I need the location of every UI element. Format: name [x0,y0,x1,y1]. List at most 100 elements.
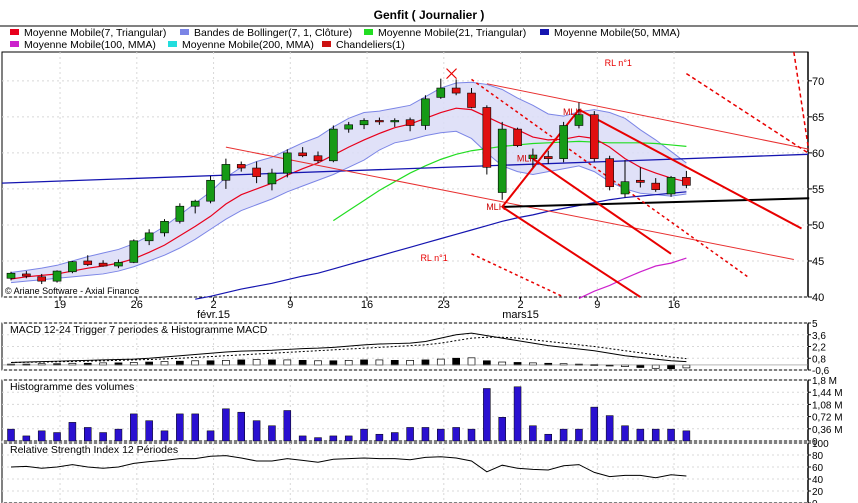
chart-title: Genfit ( Journalier ) [374,8,485,22]
x-tick-day-label: 9 [594,299,600,311]
candle-body [22,273,31,277]
macd-histogram-bar [298,359,307,366]
volume-bar [68,422,77,442]
legend-swatch [10,41,19,47]
x-tick-day-label: 26 [131,299,143,311]
macd-histogram-bar [145,361,153,366]
volume-bar [222,408,230,442]
macd-histogram-bar [467,357,476,366]
candle-body [129,240,139,263]
volume-y-tick-label: 0,36 M [812,425,843,436]
volume-title: Histogramme des volumes [10,381,134,393]
volume-y-tick-label: 1,44 M [812,388,843,399]
trend-line [685,72,809,154]
macd-histogram-bar [360,359,368,366]
x-tick-day-label: 19 [54,299,66,311]
macd-histogram-bar [237,359,246,366]
volume-bar [252,420,261,442]
volume-bar [130,413,138,442]
x-tick-month-label: févr.15 [197,309,230,321]
price-y-tick-label: 50 [812,220,824,232]
candle-body [651,182,661,190]
volume-bar [483,388,491,442]
x-tick-day-label: 16 [361,299,373,311]
price-y-tick-label: 65 [812,112,824,124]
macd-histogram-bar [206,360,215,366]
candle-body [482,107,492,168]
legend-label: Moyenne Mobile(50, MMA) [554,27,680,39]
candle-body [144,232,154,242]
legend-swatch [322,41,331,47]
volume-bar [37,430,46,442]
macd-y-tick-label: 3,6 [812,331,826,342]
volume-bar [84,427,92,442]
price-y-tick-label: 55 [812,184,824,196]
macd-histogram-bar [344,359,353,366]
x-tick-day-label: 16 [668,299,680,311]
candle-body [636,179,645,183]
candle-body [451,87,461,94]
candle-body [559,125,568,159]
candle-body [206,179,215,202]
macd-histogram-bar [114,362,123,366]
candle-body [282,152,292,174]
volume-bar [360,428,368,442]
macd-histogram-bar [129,362,138,366]
macd-histogram-bar [406,359,414,366]
macd-histogram-bar [682,364,691,369]
volume-bar [283,410,292,442]
candle-body [6,272,16,279]
volume-bar [636,428,645,442]
legend-label: Moyenne Mobile(21, Triangular) [378,27,526,39]
volume-bar [605,415,614,442]
volume-bar [344,435,353,442]
x-tick-month-label: mars15 [502,309,539,321]
volume-bar [406,427,414,442]
macd-y-tick-label: 0,8 [812,354,826,365]
legend-swatch [168,41,177,47]
macd-histogram-bar [483,360,491,366]
candle-body [405,119,415,126]
legend-swatch [540,29,549,35]
candle-body [252,167,261,177]
macd-histogram-bar [375,359,384,366]
volume-bar [467,428,476,442]
macd-histogram-bar [283,359,292,366]
macd-histogram-bar [636,364,645,368]
rsi-y-tick-label: 60 [812,463,824,474]
volume-bar [529,425,537,442]
rsi-title: Relative Strength Index 12 Périodes [10,444,178,456]
macd-histogram-bar [421,359,430,366]
volume-bar [191,413,199,442]
macd-histogram-bar [436,358,445,366]
candle-body [190,200,200,207]
macd-histogram-bar [160,361,169,366]
volume-bar [145,420,153,442]
x-tick-day-label: 9 [287,299,293,311]
x-tick-day-label: 23 [438,299,450,311]
volume-bar [53,432,61,442]
candle-body [436,87,446,98]
macd-histogram-bar [329,360,338,366]
volume-bar [99,432,107,442]
legend-swatch [10,29,19,35]
candle-body [160,221,169,234]
macd-histogram-bar [222,359,230,366]
candle-body [359,120,369,126]
volume-bar [22,435,31,442]
candle-body [313,155,323,162]
candle-body [175,205,185,222]
trend-line [471,253,564,298]
volume-bar [621,425,629,442]
trend-line [793,51,809,146]
rsi-y-tick-label: 100 [812,439,829,450]
chart-annotation: RL n°1 [420,253,447,263]
candle-body [589,114,599,159]
legend-swatch [180,29,189,35]
volume-bar [513,386,522,442]
candle-body [221,164,231,181]
volume-bar [682,430,691,442]
candle-body [605,158,614,188]
trend-line [501,206,641,298]
volume-bar [176,413,184,442]
